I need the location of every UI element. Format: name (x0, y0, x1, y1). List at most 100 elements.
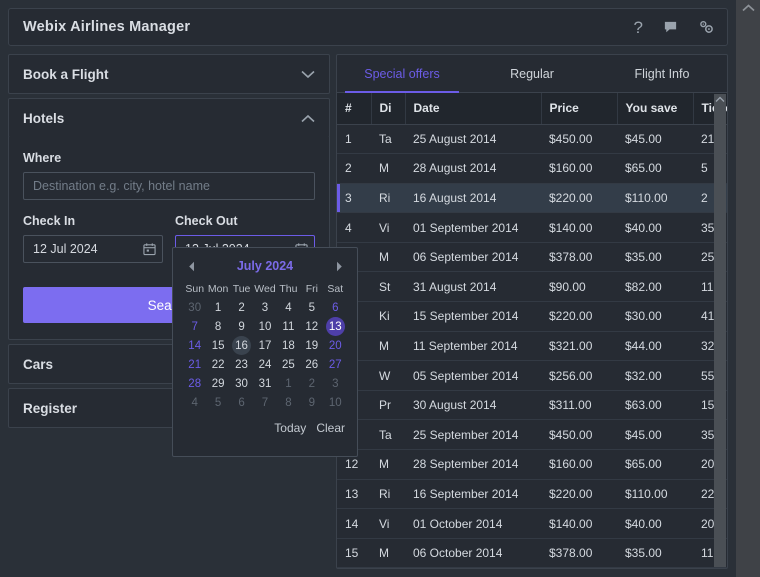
calendar-day[interactable]: 4 (277, 298, 300, 317)
calendar-day[interactable]: 4 (183, 393, 206, 412)
calendar-day[interactable]: 10 (253, 317, 276, 336)
table-row[interactable]: 2M28 August 2014$160.00$65.005E (337, 153, 727, 184)
calendar-clear-button[interactable]: Clear (316, 421, 345, 435)
calendar-day[interactable]: 6 (230, 393, 253, 412)
checkin-input[interactable] (23, 235, 163, 263)
calendar-day-number: 22 (211, 358, 225, 371)
table-row[interactable]: 9W05 September 2014$256.00$32.0055E (337, 360, 727, 391)
calendar-day[interactable]: 19 (300, 336, 323, 355)
page-vertical-scrollbar[interactable] (736, 0, 760, 577)
calendar-day[interactable]: 21 (183, 355, 206, 374)
calendar-day[interactable]: 11 (277, 317, 300, 336)
calendar-day[interactable]: 10 (324, 393, 347, 412)
where-input[interactable] (23, 172, 315, 200)
calendar-day[interactable]: 12 (300, 317, 323, 336)
calendar-day[interactable]: 2 (230, 298, 253, 317)
calendar-day-selected[interactable]: 13 (324, 317, 347, 336)
calendar-day[interactable]: 30 (230, 374, 253, 393)
calendar-days-body: 30 1 2 3 4 5 6 7 8 9 10 11 12 13 14 15 16 17 18 19 20 21 22 23 2… (183, 298, 347, 412)
calendar-next-month-icon[interactable] (331, 261, 347, 272)
calendar-day[interactable]: 9 (300, 393, 323, 412)
table-row[interactable]: 4Vi01 September 2014$140.00$40.0035E (337, 212, 727, 243)
calendar-footer: Today Clear (183, 421, 347, 435)
calendar-day[interactable]: 17 (253, 336, 276, 355)
table-row[interactable]: 5M06 September 2014$378.00$35.0025E (337, 242, 727, 273)
calendar-day[interactable]: 5 (300, 298, 323, 317)
calendar-day[interactable]: 8 (206, 317, 229, 336)
calendar-day[interactable]: 25 (277, 355, 300, 374)
cell-you-save: $65.00 (617, 153, 693, 184)
table-row[interactable]: 8M11 September 2014$321.00$44.0032E (337, 331, 727, 362)
calendar-day[interactable]: 9 (230, 317, 253, 336)
calendar-prev-month-icon[interactable] (183, 261, 199, 272)
calendar-day[interactable]: 1 (206, 298, 229, 317)
table-vertical-scrollbar[interactable] (714, 94, 726, 567)
calendar-day-number: 26 (305, 358, 319, 371)
calendar-day[interactable]: 3 (324, 374, 347, 393)
calendar-day[interactable]: 31 (253, 374, 276, 393)
accordion-header-book-a-flight[interactable]: Book a Flight (9, 55, 329, 93)
calendar-day[interactable]: 3 (253, 298, 276, 317)
calendar-month-title[interactable]: July 2024 (199, 259, 331, 273)
tab-regular[interactable]: Regular (467, 55, 597, 92)
calendar-day[interactable]: 22 (206, 355, 229, 374)
calendar-day-number: 21 (188, 358, 202, 371)
table-row[interactable]: 15M06 October 2014$378.00$35.0011E (337, 538, 727, 568)
tab-flight-info[interactable]: Flight Info (597, 55, 727, 92)
table-row[interactable]: 16St31 October 2014$90.00$82.0021E (337, 567, 727, 568)
col-header-you-save[interactable]: You save (617, 93, 694, 125)
calendar-day[interactable]: 6 (324, 298, 347, 317)
col-header-num[interactable]: # (337, 93, 372, 125)
cell-you-save: $63.00 (617, 390, 693, 421)
calendar-day[interactable]: 1 (277, 374, 300, 393)
calendar-day-number: 4 (285, 301, 292, 314)
calendar-day[interactable]: 23 (230, 355, 253, 374)
calendar-day[interactable]: 20 (324, 336, 347, 355)
calendar-day-number: 8 (214, 320, 222, 333)
table-row[interactable]: 14Vi01 October 2014$140.00$40.0020E (337, 508, 727, 539)
table-row[interactable]: 10Pr30 August 2014$311.00$63.0015E (337, 390, 727, 421)
calendar-day[interactable]: 26 (300, 355, 323, 374)
calendar-day[interactable]: 18 (277, 336, 300, 355)
calendar-day-number: 16 (232, 336, 252, 355)
col-header-date[interactable]: Date (405, 93, 542, 125)
calendar-week-row: 14 15 16 17 18 19 20 (183, 336, 347, 355)
table-row[interactable]: 6St31 August 2014$90.00$82.0011E (337, 271, 727, 303)
table-row[interactable]: 1Ta25 August 2014$450.00$45.0021E (337, 124, 727, 155)
chat-icon[interactable] (663, 20, 678, 35)
calendar-day[interactable]: 24 (253, 355, 276, 374)
table-row[interactable]: 3Ri16 August 2014$220.00$110.002E (337, 183, 727, 214)
calendar-day[interactable]: 14 (183, 336, 206, 355)
tab-special-offers[interactable]: Special offers (337, 55, 467, 93)
settings-gears-icon[interactable] (698, 20, 715, 35)
calendar-today-button[interactable]: Today (274, 421, 306, 435)
cell-you-save: $45.00 (617, 419, 693, 451)
cell-dir: Ri (371, 479, 405, 510)
table-row[interactable]: 12M28 September 2014$160.00$65.0020E (337, 449, 727, 480)
calendar-day[interactable]: 5 (206, 393, 229, 412)
calendar-day[interactable]: 8 (277, 393, 300, 412)
table-row[interactable]: 13Ri16 September 2014$220.00$110.0022E (337, 479, 727, 510)
accordion-header-hotels[interactable]: Hotels (9, 99, 329, 137)
calendar-day[interactable]: 15 (206, 336, 229, 355)
accordion-item-book-a-flight[interactable]: Book a Flight (8, 54, 330, 94)
calendar-day-today[interactable]: 16 (230, 336, 253, 355)
accordion-item-hotels[interactable]: Hotels (8, 98, 330, 138)
calendar-day[interactable]: 7 (253, 393, 276, 412)
cell-dir: Vi (371, 508, 405, 539)
calendar-day[interactable]: 27 (324, 355, 347, 374)
calendar-day[interactable]: 2 (300, 374, 323, 393)
col-header-dir[interactable]: Di (371, 93, 406, 125)
calendar-day[interactable]: 7 (183, 317, 206, 336)
cell-you-save: $35.00 (617, 242, 693, 273)
page-scroll-up-icon[interactable] (736, 4, 760, 12)
calendar-day[interactable]: 28 (183, 374, 206, 393)
calendar-day[interactable]: 30 (183, 298, 206, 317)
help-icon[interactable]: ? (634, 19, 643, 36)
col-header-price[interactable]: Price (541, 93, 618, 125)
table-row[interactable]: 7Ki15 September 2014$220.00$30.0041E (337, 301, 727, 332)
calendar-day[interactable]: 29 (206, 374, 229, 393)
table-row[interactable]: 11Ta25 September 2014$450.00$45.0035E (337, 419, 727, 451)
calendar-day-number: 2 (308, 377, 316, 390)
scroll-up-icon[interactable] (714, 96, 726, 103)
